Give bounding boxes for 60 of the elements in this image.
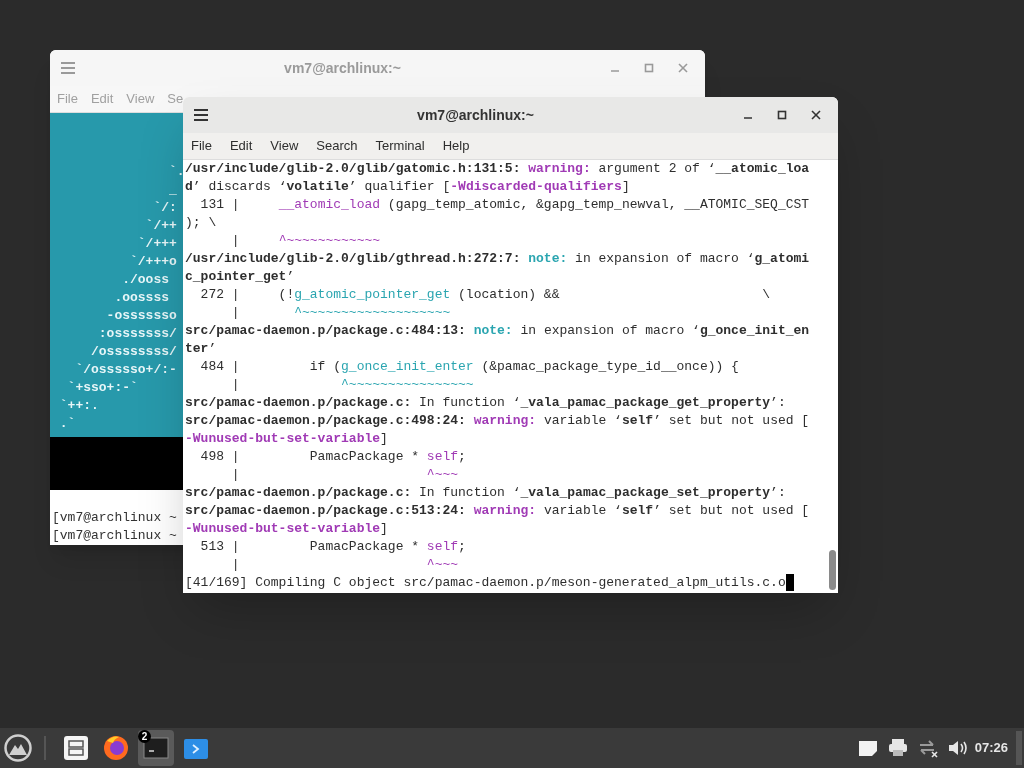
ascii-art-line: `+sso+:-` <box>66 379 138 397</box>
ascii-art-line: :osssssss/ <box>97 325 177 343</box>
terminal-line: 513 | PamacPackage * self; <box>199 538 466 556</box>
browser-icon <box>101 733 131 763</box>
ascii-art-line: _ <box>168 181 177 199</box>
scrollbar-thumb[interactable] <box>828 550 836 590</box>
count-badge: 2 <box>138 730 151 743</box>
ascii-art-line: -osssssso <box>105 307 177 325</box>
shell-prompt: [vm7@archlinux ~ <box>52 527 177 545</box>
terminal-line: 272 | (!g_atomic_pointer_get (location) && \ <box>199 286 771 304</box>
ascii-art-line: `/: <box>152 199 177 217</box>
terminal-line: ter’ <box>185 340 217 358</box>
ascii-art-line: `/+++ <box>136 235 177 253</box>
menu-item[interactable]: File <box>191 136 212 156</box>
printer-icon[interactable] <box>886 737 909 759</box>
terminal-line: src/pamac-daemon.p/package.c:513:24: warning: variable ‘self’ set but not used [ <box>185 502 810 520</box>
ascii-art-line: /ossssssss/ <box>90 343 177 361</box>
shell-prompt: [vm7@archlinux ~ <box>52 509 177 527</box>
ascii-art-line: .` <box>58 415 76 433</box>
ascii-art-line: `/ossssso+/:- <box>74 361 177 379</box>
maximize-icon[interactable] <box>776 109 788 121</box>
window-title: vm7@archlinux:~ <box>416 105 535 125</box>
ascii-art-line: `/+++o <box>129 253 177 271</box>
terminal-line: | ^~~~~~~~~~~~~ <box>230 232 381 250</box>
ascii-art-line: ./ooss <box>121 271 170 289</box>
terminal-line: -Wunused-but-set-variable] <box>185 520 388 538</box>
terminal-line: | ^~~~~~~~~~~~~~~~~ <box>230 376 474 394</box>
clock[interactable]: 07:26 <box>974 738 1008 758</box>
terminal-line: -Wunused-but-set-variable] <box>185 430 388 448</box>
terminal-line: ); \ <box>185 214 217 232</box>
terminal-line: c_pointer_get’ <box>185 268 295 286</box>
terminal-line: 131 | __atomic_load (gapg_temp_atomic, &gapg_temp_newval, __ATOMIC_SEQ_CST <box>199 196 810 214</box>
taskbar-button[interactable]: 2 <box>138 730 174 766</box>
menu-item[interactable]: Edit <box>229 136 253 156</box>
terminal-line: d’ discards ‘volatile’ qualifier [-Wdiscarded-qualifiers] <box>185 178 630 196</box>
menu-item[interactable]: View <box>270 136 299 156</box>
terminal-line: /usr/include/glib-2.0/glib/gatomic.h:131:5: warning: argument 2 of ‘__atomic_loa <box>185 160 810 178</box>
ascii-art-line: `. <box>168 163 185 181</box>
menu-item[interactable]: Search <box>316 136 358 156</box>
terminal-line: src/pamac-daemon.p/package.c: In function ‘_vala_pamac_package_get_property’: <box>185 394 786 412</box>
terminal-line: src/pamac-daemon.p/package.c: In function ‘_vala_pamac_package_set_property’: <box>185 484 786 502</box>
close-icon[interactable] <box>810 109 822 121</box>
file-cabinet-icon <box>61 733 91 763</box>
ascii-art-line: .oossss <box>113 289 170 307</box>
terminal-line: 484 | if (g_once_init_enter (&pamac_package_type_id__once)) { <box>199 358 739 376</box>
terminal-line: | ^~~~ <box>230 556 459 574</box>
terminal-line: [41/169] Compiling C object src/pamac-daemon.p/meson-generated_alpm_utils.c.o <box>185 574 794 592</box>
terminal-line: | ^~~~~~~~~~~~~~~~~~~~ <box>230 304 451 322</box>
terminal-line: /usr/include/glib-2.0/glib/gthread.h:272:7: note: in expansion of macro ‘g_atomi <box>185 250 810 268</box>
menu-icon[interactable] <box>193 108 209 122</box>
terminal-line: src/pamac-daemon.p/package.c:484:13: note: in expansion of macro ‘g_once_init_en <box>185 322 810 340</box>
menu-item[interactable]: Terminal <box>375 136 425 156</box>
terminal-line: | ^~~~ <box>230 466 459 484</box>
start-menu-icon[interactable] <box>4 734 32 762</box>
terminal-line: src/pamac-daemon.p/package.c:498:24: warning: variable ‘self’ set but not used [ <box>185 412 810 430</box>
ascii-art-line: `++:. <box>58 397 99 415</box>
menu-item[interactable]: Help <box>442 136 470 156</box>
ascii-art-line: `/++ <box>144 217 177 235</box>
terminal-line: 498 | PamacPackage * self; <box>199 448 466 466</box>
window-title: vm7@archlinux:~ <box>283 58 402 78</box>
